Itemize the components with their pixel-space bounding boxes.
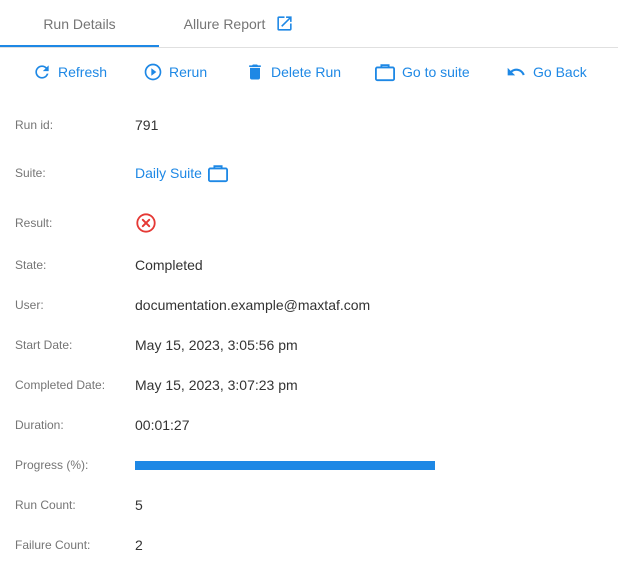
tab-allure-report-label: Allure Report [183, 15, 266, 32]
user-value: documentation.example@maxtaf.com [135, 297, 371, 313]
refresh-icon [35, 65, 49, 79]
tab-bar: Run Details Allure Report [0, 0, 618, 48]
completed-date-value: May 15, 2023, 3:07:23 pm [135, 377, 298, 393]
tab-run-details-label: Run Details [43, 15, 116, 32]
completed-date-label: Completed Date: [15, 378, 106, 392]
detail-row-run-id: Run id: 791 [15, 113, 605, 137]
active-tab-indicator [0, 45, 159, 47]
user-label: User: [15, 298, 44, 312]
detail-row-completed-date: Completed Date: May 15, 2023, 3:07:23 pm [15, 373, 605, 397]
suite-link[interactable]: Daily Suite [135, 163, 229, 183]
go-back-button[interactable]: Go Back [505, 54, 587, 90]
refresh-button-label: Refresh [58, 64, 108, 80]
tab-run-details[interactable]: Run Details [0, 0, 159, 47]
failure-count-value: 2 [135, 537, 143, 553]
rerun-button-label: Rerun [169, 64, 208, 80]
tab-allure-report[interactable]: Allure Report [159, 0, 319, 47]
briefcase-icon [375, 64, 395, 82]
run-count-value: 5 [135, 497, 143, 513]
trash-icon [249, 64, 261, 80]
detail-row-suite: Suite: Daily Suite [15, 161, 605, 185]
run-id-value: 791 [135, 117, 159, 133]
progress-bar [135, 460, 435, 470]
detail-row-failure-count: Failure Count: 2 [15, 533, 605, 557]
delete-run-button-label: Delete Run [271, 64, 342, 80]
go-to-suite-button[interactable]: Go to suite [374, 54, 470, 90]
rerun-button[interactable]: Rerun [143, 54, 207, 90]
play-circle-icon [144, 63, 162, 81]
failed-circle-x-icon [135, 212, 157, 234]
open-in-new-icon [275, 14, 294, 33]
result-label: Result: [15, 216, 53, 230]
duration-label: Duration: [15, 418, 64, 432]
detail-row-progress: Progress (%): [15, 453, 605, 477]
progress-bar-fill [135, 460, 435, 470]
state-label: State: [15, 258, 47, 272]
run-id-label: Run id: [15, 118, 54, 132]
suite-link-text: Daily Suite [135, 165, 202, 181]
go-to-suite-button-label: Go to suite [402, 64, 470, 80]
refresh-button[interactable]: Refresh [32, 54, 107, 90]
suite-label: Suite: [15, 166, 46, 180]
detail-row-start-date: Start Date: May 15, 2023, 3:05:56 pm [15, 333, 605, 357]
action-toolbar: Refresh Rerun Delete Run Go to suite Go … [0, 54, 618, 90]
briefcase-icon [207, 163, 229, 183]
progress-label: Progress (%): [15, 458, 89, 472]
undo-icon [507, 67, 525, 76]
failure-count-label: Failure Count: [15, 538, 91, 552]
duration-value: 00:01:27 [135, 417, 190, 433]
detail-row-user: User: documentation.example@maxtaf.com [15, 293, 605, 317]
start-date-value: May 15, 2023, 3:05:56 pm [135, 337, 298, 353]
detail-row-duration: Duration: 00:01:27 [15, 413, 605, 437]
run-count-label: Run Count: [15, 498, 76, 512]
delete-run-button[interactable]: Delete Run [245, 54, 341, 90]
state-value: Completed [135, 257, 203, 273]
go-back-button-label: Go Back [533, 64, 587, 80]
start-date-label: Start Date: [15, 338, 73, 352]
detail-row-state: State: Completed [15, 253, 605, 277]
detail-row-result: Result: [15, 211, 605, 235]
detail-row-run-count: Run Count: 5 [15, 493, 605, 517]
